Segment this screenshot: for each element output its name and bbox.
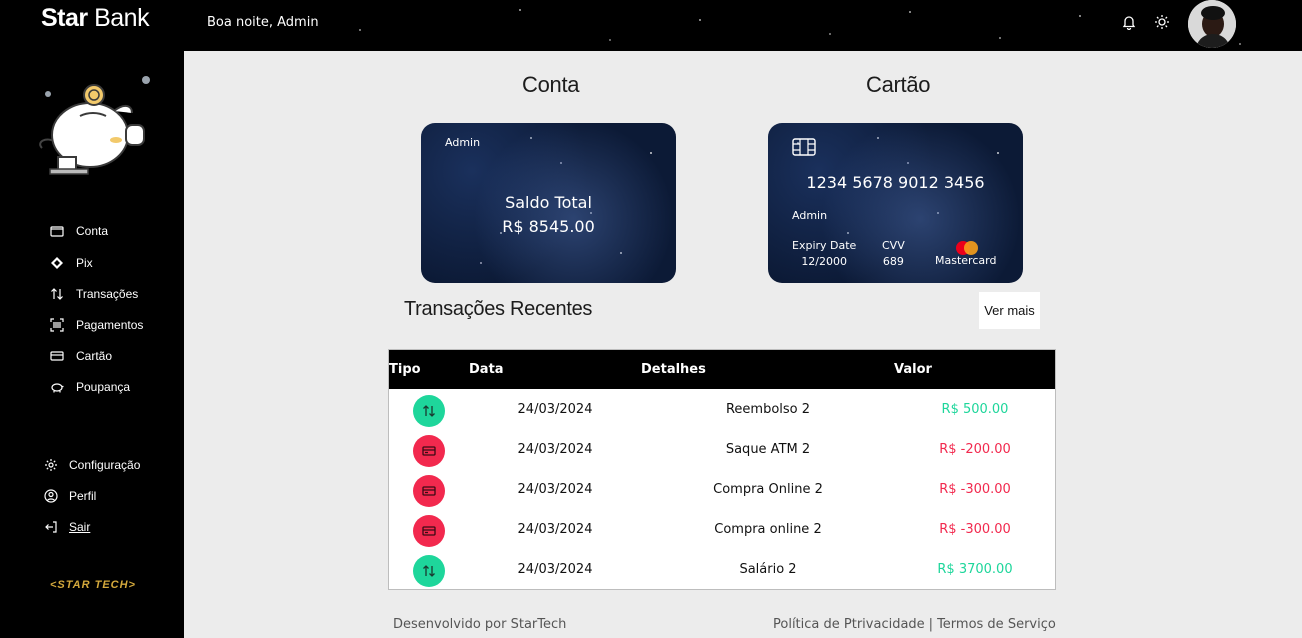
avatar[interactable]	[1188, 0, 1236, 48]
row-value: R$ 3700.00	[937, 562, 1013, 577]
sidebar-item-label: Perfil	[69, 489, 97, 503]
card-brand: Mastercard	[935, 254, 997, 267]
footer-separator: |	[928, 617, 934, 632]
sidebar-item-conta[interactable]: Conta	[50, 224, 108, 238]
table-row[interactable]: 24/03/2024 Saque ATM 2 R$ -200.00	[389, 430, 1055, 470]
app-logo[interactable]: Star Bank	[41, 4, 150, 33]
top-bar: Star Bank Boa noite, Admin	[0, 0, 1302, 51]
sidebar-item-label: Transações	[76, 287, 139, 301]
row-details: Reembolso 2	[725, 402, 811, 417]
transactions-table: Tipo Data Detalhes Valor 24/03/2024 Reemb…	[388, 349, 1056, 590]
credit-card-icon	[413, 475, 445, 507]
row-date: 24/03/2024	[517, 562, 593, 577]
gear-icon	[44, 458, 58, 472]
conta-title: Conta	[522, 72, 580, 97]
transfer-arrows-icon	[50, 287, 64, 301]
sidebar-item-perfil[interactable]: Perfil	[44, 489, 96, 503]
balance-value: R$ 8545.00	[502, 217, 595, 236]
credit-card-icon	[50, 349, 64, 363]
expiry-value: 12/2000	[801, 255, 848, 268]
user-circle-icon	[44, 489, 58, 503]
table-row[interactable]: 24/03/2024 Reembolso 2 R$ 500.00	[389, 390, 1055, 430]
privacy-link[interactable]: Política de Ptrivacidade	[773, 617, 925, 632]
piggy-bank-icon	[50, 380, 64, 394]
bell-icon[interactable]	[1121, 14, 1139, 32]
row-details: Compra online 2	[714, 522, 822, 537]
account-card[interactable]: Admin Saldo Total R$ 8545.00	[421, 123, 676, 283]
header-tipo: Tipo	[389, 362, 421, 377]
sidebar-item-label: Conta	[76, 224, 109, 238]
sidebar-item-pagamentos[interactable]: Pagamentos	[50, 318, 143, 332]
card-holder: Admin	[792, 209, 828, 222]
row-value: R$ -300.00	[939, 522, 1011, 537]
credit-card-icon	[413, 515, 445, 547]
cvv-group: CVV 689	[882, 238, 905, 270]
table-row[interactable]: 24/03/2024 Compra Online 2 R$ -300.00	[389, 470, 1055, 510]
row-date: 24/03/2024	[517, 442, 593, 457]
footer-credit: Desenvolvido por StarTech	[393, 617, 567, 632]
row-details: Compra Online 2	[713, 482, 823, 497]
startech-logo: <STAR TECH>	[50, 579, 136, 591]
sun-theme-icon[interactable]	[1154, 14, 1172, 32]
row-details: Saque ATM 2	[725, 442, 811, 457]
greeting-text: Boa noite, Admin	[207, 15, 319, 30]
see-more-button[interactable]: Ver mais	[979, 292, 1040, 329]
terms-link[interactable]: Termos de Serviço	[937, 617, 1056, 632]
pix-icon	[50, 256, 64, 270]
balance-label: Saldo Total	[505, 193, 592, 212]
sidebar-item-cartao[interactable]: Cartão	[50, 349, 112, 363]
wallet-icon	[50, 224, 64, 238]
row-details: Salário 2	[739, 562, 797, 577]
table-header: Tipo Data Detalhes Valor	[389, 350, 1055, 389]
cvv-label: CVV	[882, 239, 905, 252]
logo-rest: Bank	[87, 4, 150, 32]
transfer-arrows-icon	[413, 395, 445, 427]
transfer-arrows-icon	[413, 555, 445, 587]
piggy-bank-illustration	[39, 76, 150, 175]
sidebar-item-label: Sair	[69, 520, 91, 534]
row-value: R$ -300.00	[939, 482, 1011, 497]
chip-icon	[792, 138, 816, 156]
logout-icon	[44, 520, 58, 534]
sidebar-item-label: Pagamentos	[76, 318, 144, 332]
card-number: 1234 5678 9012 3456	[806, 173, 985, 192]
sidebar: Conta Pix Transações Pagamentos Cartão P…	[0, 51, 184, 638]
sidebar-item-label: Cartão	[76, 349, 113, 363]
cartao-title: Cartão	[866, 72, 931, 97]
sidebar-item-sair[interactable]: Sair	[44, 520, 90, 534]
header-detalhes: Detalhes	[641, 362, 706, 377]
table-row[interactable]: 24/03/2024 Salário 2 R$ 3700.00	[389, 550, 1055, 590]
account-holder: Admin	[445, 136, 481, 149]
sidebar-item-pix[interactable]: Pix	[50, 256, 93, 270]
row-value: R$ -200.00	[939, 442, 1011, 457]
barcode-scan-icon	[50, 318, 64, 332]
expiry-label: Expiry Date	[792, 239, 857, 252]
credit-card[interactable]: 1234 5678 9012 3456 Admin Expiry Date 12…	[768, 123, 1023, 283]
sidebar-item-configuracao[interactable]: Configuração	[44, 458, 140, 472]
header-data: Data	[469, 362, 504, 377]
sidebar-item-label: Poupança	[76, 380, 131, 394]
row-value: R$ 500.00	[941, 402, 1009, 417]
transactions-title: Transações Recentes	[404, 298, 593, 320]
sidebar-item-label: Configuração	[69, 458, 141, 472]
sidebar-item-label: Pix	[76, 256, 93, 270]
cvv-value: 689	[882, 255, 904, 268]
footer-links: Política de Ptrivacidade | Termos de Servi…	[773, 617, 1056, 632]
logo-bold: Star	[41, 4, 88, 32]
expiry-group: Expiry Date 12/2000	[792, 238, 856, 270]
row-date: 24/03/2024	[517, 402, 593, 417]
row-date: 24/03/2024	[517, 482, 593, 497]
sidebar-item-transacoes[interactable]: Transações	[50, 287, 138, 301]
row-date: 24/03/2024	[517, 522, 593, 537]
header-valor: Valor	[894, 362, 932, 377]
table-row[interactable]: 24/03/2024 Compra online 2 R$ -300.00	[389, 510, 1055, 550]
sidebar-item-poupanca[interactable]: Poupança	[50, 380, 130, 394]
credit-card-icon	[413, 435, 445, 467]
